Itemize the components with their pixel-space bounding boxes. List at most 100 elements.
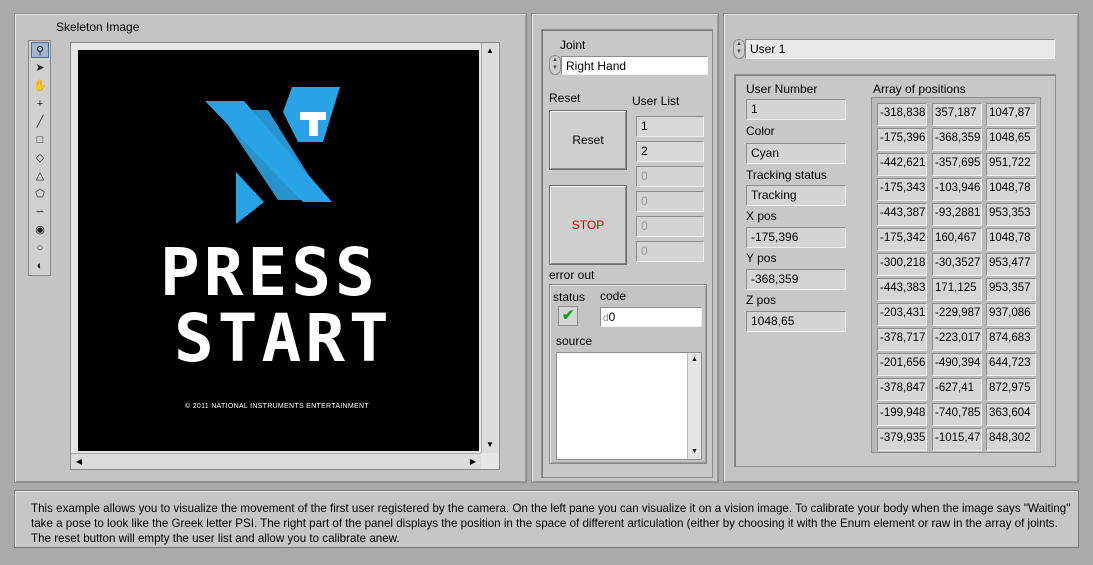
array-cell[interactable]: -357,695 bbox=[932, 153, 982, 176]
zpos-label: Z pos bbox=[746, 293, 777, 307]
user-number-label: User Number bbox=[746, 82, 818, 96]
user-list-item[interactable]: 0 bbox=[636, 216, 704, 237]
user-spin-icon[interactable]: ▲ ▼ bbox=[733, 39, 745, 59]
array-cell[interactable]: 1048,78 bbox=[986, 228, 1036, 251]
array-cell[interactable]: -223,017 bbox=[932, 328, 982, 351]
image-vscrollbar[interactable]: ▲ ▼ bbox=[481, 43, 498, 453]
array-cell[interactable]: 953,357 bbox=[986, 278, 1036, 301]
rotated-rectangle-icon[interactable]: ◇ bbox=[31, 150, 49, 166]
user-number-field: 1 bbox=[746, 99, 846, 120]
scroll-left-icon[interactable]: ◀ bbox=[71, 454, 87, 469]
pan-hand-icon[interactable]: ✋ bbox=[31, 78, 49, 94]
array-cell[interactable]: -103,946 bbox=[932, 178, 982, 201]
ypos-label: Y pos bbox=[746, 251, 777, 265]
rectangle-icon[interactable]: □ bbox=[31, 132, 49, 148]
array-cell[interactable]: 1048,78 bbox=[986, 178, 1036, 201]
array-cell[interactable]: -443,387 bbox=[877, 203, 927, 226]
image-hscrollbar[interactable]: ◀ ▶ bbox=[71, 453, 481, 469]
joint-label: Joint bbox=[560, 38, 586, 52]
user-enum[interactable]: User 1 bbox=[745, 39, 1055, 59]
array-cell[interactable]: -490,394 bbox=[932, 353, 982, 376]
stop-button[interactable]: STOP bbox=[549, 185, 627, 265]
array-cell[interactable]: 1048,65 bbox=[986, 128, 1036, 151]
joint-spin-icon[interactable]: ▲ ▼ bbox=[549, 55, 561, 75]
array-positions: -318,838 357,187 1047,87 -175,396 -368,359 10… bbox=[871, 97, 1041, 453]
array-cell[interactable]: 357,187 bbox=[932, 103, 982, 126]
user-list-item[interactable]: 0 bbox=[636, 191, 704, 212]
array-cell[interactable]: -379,935 bbox=[877, 428, 927, 451]
joint-enum[interactable]: Right Hand bbox=[561, 56, 708, 75]
description-box: This example allows you to visualize the… bbox=[14, 490, 1079, 548]
scroll-right-icon[interactable]: ▶ bbox=[465, 454, 481, 469]
code-value: 0 bbox=[608, 310, 616, 324]
array-cell[interactable]: -443,383 bbox=[877, 278, 927, 301]
array-cell[interactable]: 1047,87 bbox=[986, 103, 1036, 126]
freehand-icon[interactable]: ∽ bbox=[31, 204, 49, 220]
user-list-item[interactable]: 2 bbox=[636, 141, 704, 162]
array-cell[interactable]: -378,717 bbox=[877, 328, 927, 351]
error-out-label: error out bbox=[549, 268, 595, 282]
array-cell[interactable]: -368,359 bbox=[932, 128, 982, 151]
array-cell[interactable]: -175,342 bbox=[877, 228, 927, 251]
skeleton-title: Skeleton Image bbox=[56, 20, 140, 34]
array-cell[interactable]: -93,2881 bbox=[932, 203, 982, 226]
zoom-icon[interactable]: ⚲ bbox=[31, 42, 49, 58]
scroll-up-icon[interactable]: ▲ bbox=[482, 43, 498, 59]
crosshair-icon[interactable]: + bbox=[31, 96, 49, 112]
array-cell[interactable]: 848,302 bbox=[986, 428, 1036, 451]
array-cell[interactable]: -318,838 bbox=[877, 103, 927, 126]
array-cell[interactable]: 937,086 bbox=[986, 303, 1036, 326]
xpos-label: X pos bbox=[746, 209, 777, 223]
image-display[interactable]: PRESS START © 2011 NATIONAL INSTRUMENTS … bbox=[70, 42, 500, 470]
ypos-field: -368,359 bbox=[746, 269, 846, 290]
array-cell[interactable]: -740,785 bbox=[932, 403, 982, 426]
array-cell[interactable]: 874,683 bbox=[986, 328, 1036, 351]
source-label: source bbox=[556, 334, 593, 348]
array-grid: -318,838 357,187 1047,87 -175,396 -368,359 10… bbox=[872, 98, 1040, 452]
reset-button[interactable]: Reset bbox=[549, 110, 627, 170]
array-cell[interactable]: -201,656 bbox=[877, 353, 927, 376]
source-textbox[interactable]: ▲ ▼ bbox=[556, 352, 702, 460]
array-cell[interactable]: 951,722 bbox=[986, 153, 1036, 176]
array-cell[interactable]: -175,343 bbox=[877, 178, 927, 201]
line-icon[interactable]: ╱ bbox=[31, 114, 49, 130]
rotated-annulus-icon[interactable]: ◐ bbox=[31, 258, 49, 274]
user-list-item[interactable]: 0 bbox=[636, 166, 704, 187]
array-cell[interactable]: -442,621 bbox=[877, 153, 927, 176]
source-scrollbar[interactable]: ▲ ▼ bbox=[687, 353, 701, 459]
polygon-icon[interactable]: ⬠ bbox=[31, 186, 49, 202]
array-cell[interactable]: 953,353 bbox=[986, 203, 1036, 226]
freehand-region-icon[interactable]: ◉ bbox=[31, 222, 49, 238]
zpos-field: 1048,65 bbox=[746, 311, 846, 332]
annulus-icon[interactable]: △ bbox=[31, 168, 49, 184]
user-list-item[interactable]: 1 bbox=[636, 116, 704, 137]
scroll-down-icon[interactable]: ▼ bbox=[482, 437, 498, 453]
array-cell[interactable]: -627,41 bbox=[932, 378, 982, 401]
user-list-item[interactable]: 0 bbox=[636, 241, 704, 262]
array-cell[interactable]: -229,987 bbox=[932, 303, 982, 326]
array-cell[interactable]: -30,3527 bbox=[932, 253, 982, 276]
array-cell[interactable]: 872,975 bbox=[986, 378, 1036, 401]
array-cell[interactable]: -300,218 bbox=[877, 253, 927, 276]
array-cell[interactable]: 363,604 bbox=[986, 403, 1036, 426]
scroll-up-icon[interactable]: ▲ bbox=[688, 353, 701, 367]
tracking-status-field: Tracking bbox=[746, 185, 846, 206]
description-text: This example allows you to visualize the… bbox=[31, 502, 1071, 545]
array-cell[interactable]: -175,396 bbox=[877, 128, 927, 151]
array-cell[interactable]: -199,948 bbox=[877, 403, 927, 426]
array-cell[interactable]: -378,847 bbox=[877, 378, 927, 401]
array-cell[interactable]: 644,723 bbox=[986, 353, 1036, 376]
array-cell[interactable]: 171,125 bbox=[932, 278, 982, 301]
logo-white-tee-stem bbox=[309, 116, 318, 136]
array-cell[interactable]: 160,467 bbox=[932, 228, 982, 251]
array-positions-label: Array of positions bbox=[873, 82, 966, 96]
reset-label: Reset bbox=[549, 91, 581, 105]
array-cell[interactable]: -203,431 bbox=[877, 303, 927, 326]
array-cell[interactable]: 953,477 bbox=[986, 253, 1036, 276]
code-field[interactable]: d0 bbox=[600, 307, 702, 327]
code-label: code bbox=[600, 289, 627, 303]
scroll-down-icon[interactable]: ▼ bbox=[688, 445, 701, 459]
array-cell[interactable]: -1015,47 bbox=[932, 428, 982, 451]
oval-icon[interactable]: ○ bbox=[31, 240, 49, 256]
pointer-icon[interactable]: ➤ bbox=[31, 60, 49, 76]
